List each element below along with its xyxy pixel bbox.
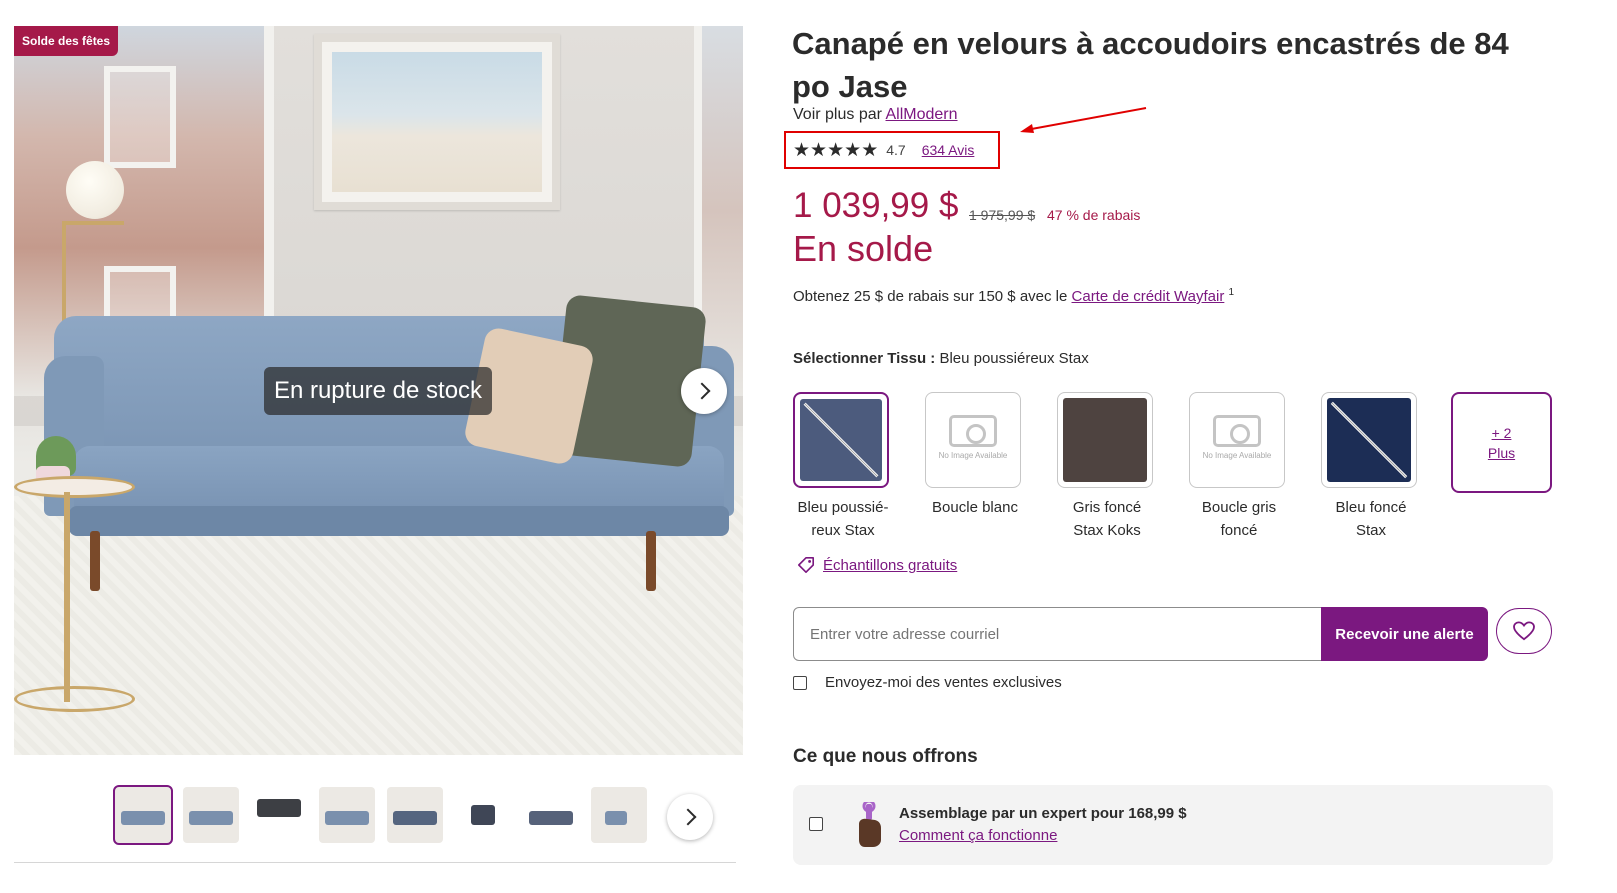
sale-label: En solde — [793, 228, 934, 269]
star-icon: ★ — [844, 139, 862, 161]
current-price: 1 039,99 $ — [793, 186, 959, 225]
swatch-option[interactable]: Bleu poussié-reux Stax — [793, 392, 925, 542]
fabric-label: Sélectionner Tissu : — [793, 350, 936, 367]
swatch-option[interactable]: No Image Available Boucle blanc — [925, 392, 1057, 542]
assembly-offer-card — [793, 785, 1553, 865]
swatch-label: Bleu foncé Stax — [1335, 499, 1407, 539]
swatch-label: Gris foncé Stax Koks — [1072, 499, 1142, 539]
swatch-label: Boucle blanc — [932, 499, 1018, 516]
swatch[interactable] — [793, 392, 889, 488]
exclusive-sales-option[interactable]: Envoyez-moi des ventes exclusives — [793, 674, 1062, 691]
heart-icon — [1513, 621, 1535, 641]
original-price: 1 975,99 $ — [969, 207, 1036, 223]
no-image-text: No Image Available — [1202, 451, 1272, 460]
swatch[interactable] — [1321, 392, 1417, 488]
thumbnail[interactable] — [183, 787, 239, 843]
swatch-option[interactable]: Bleu foncé Stax — [1321, 392, 1453, 542]
fabric-swatches: Bleu poussié-reux Stax No Image Availabl… — [793, 392, 1453, 542]
assembly-title: Assemblage par un expert pour 168,99 $ — [899, 805, 1187, 822]
discount-label: 47 % de rabais — [1047, 207, 1141, 223]
swatch-label: Boucle gris foncé — [1201, 499, 1277, 539]
exclusive-sales-label: Envoyez-moi des ventes exclusives — [825, 674, 1062, 691]
product-title: Canapé en velours à accoudoirs encastrés… — [792, 26, 1509, 104]
tag-icon — [797, 556, 815, 574]
sofa-leg — [646, 531, 656, 591]
camera-placeholder-icon — [1213, 415, 1261, 447]
lamp — [66, 161, 124, 219]
star-icon: ★ — [793, 139, 811, 161]
swatch[interactable]: No Image Available — [925, 392, 1021, 488]
byline-prefix: Voir plus par — [793, 106, 886, 123]
assembly-how-it-works-link[interactable]: Comment ça fonctionne — [899, 827, 1057, 844]
rating: ★★★★★ 4.7 634 Avis — [793, 139, 975, 162]
alert-button[interactable]: Recevoir une alerte — [1321, 607, 1488, 661]
credit-offer: Obtenez 25 $ de rabais sur 150 $ avec le… — [793, 287, 1234, 305]
no-image-text: No Image Available — [938, 451, 1008, 460]
chevron-right-icon — [693, 382, 711, 400]
next-image-button[interactable] — [681, 368, 727, 414]
divider — [14, 862, 736, 863]
brand-byline: Voir plus par AllModern — [793, 106, 958, 124]
wrench-hand-icon — [859, 802, 881, 847]
assembly-checkbox[interactable] — [809, 817, 823, 831]
next-thumbnails-button[interactable] — [667, 794, 713, 840]
footnote: 1 — [1228, 287, 1235, 298]
star-icon: ★ — [861, 139, 879, 161]
side-table-base — [14, 686, 135, 712]
sofa-leg — [90, 531, 100, 591]
swatch-option[interactable]: No Image Available Boucle gris foncé — [1189, 392, 1321, 542]
swatch-label: Bleu poussié-reux Stax — [797, 499, 889, 539]
star-icon: ★ — [810, 139, 828, 161]
sofa-base — [69, 506, 729, 536]
annotation-arrow — [1020, 107, 1147, 133]
unavailable-slash-icon — [803, 402, 879, 478]
rating-value: 4.7 — [886, 142, 906, 158]
lamp-arm — [62, 221, 124, 225]
swatch[interactable] — [1057, 392, 1153, 488]
exclusive-sales-checkbox[interactable] — [793, 675, 807, 690]
swatch-color — [1063, 398, 1147, 482]
wall-art — [314, 34, 560, 210]
sale-badge: Solde des fêtes — [14, 26, 119, 56]
camera-placeholder-icon — [949, 415, 997, 447]
thumbnail[interactable] — [319, 787, 375, 843]
star-rating: ★★★★★ — [793, 139, 878, 162]
chevron-right-icon — [679, 808, 697, 826]
swatch-option[interactable]: Gris foncé Stax Koks — [1057, 392, 1189, 542]
star-icon: ★ — [827, 139, 845, 161]
brand-link[interactable]: AllModern — [886, 106, 958, 123]
swatch[interactable]: No Image Available — [1189, 392, 1285, 488]
more-swatches-button[interactable]: + 2 Plus — [1451, 392, 1552, 493]
thumbnail[interactable] — [455, 787, 511, 843]
free-samples-link[interactable]: Échantillons gratuits — [823, 557, 957, 574]
free-samples: Échantillons gratuits — [797, 556, 957, 574]
more-count: + 2 — [1491, 424, 1512, 441]
thumbnail[interactable] — [251, 787, 307, 843]
reviews-link[interactable]: 634 Avis — [922, 142, 975, 158]
more-label: Plus — [1487, 444, 1516, 461]
side-table-leg — [64, 492, 70, 702]
email-input[interactable] — [793, 607, 1322, 661]
thumbnail-strip — [113, 785, 647, 845]
thumbnail[interactable] — [591, 787, 647, 843]
favorite-button[interactable] — [1496, 608, 1552, 654]
credit-text: Obtenez 25 $ de rabais sur 150 $ avec le — [793, 288, 1072, 305]
fabric-selected: Bleu poussiéreux Stax — [939, 350, 1089, 367]
unavailable-slash-icon — [1330, 401, 1408, 479]
thumbnail[interactable] — [387, 787, 443, 843]
thumbnail[interactable] — [113, 785, 173, 845]
out-of-stock-overlay: En rupture de stock — [264, 367, 492, 415]
offers-heading: Ce que nous offrons — [793, 746, 978, 767]
fabric-selector-label: Sélectionner Tissu : Bleu poussiéreux St… — [793, 350, 1089, 367]
side-table — [14, 476, 135, 498]
thumbnail[interactable] — [523, 787, 579, 843]
credit-card-link[interactable]: Carte de crédit Wayfair — [1072, 288, 1225, 305]
